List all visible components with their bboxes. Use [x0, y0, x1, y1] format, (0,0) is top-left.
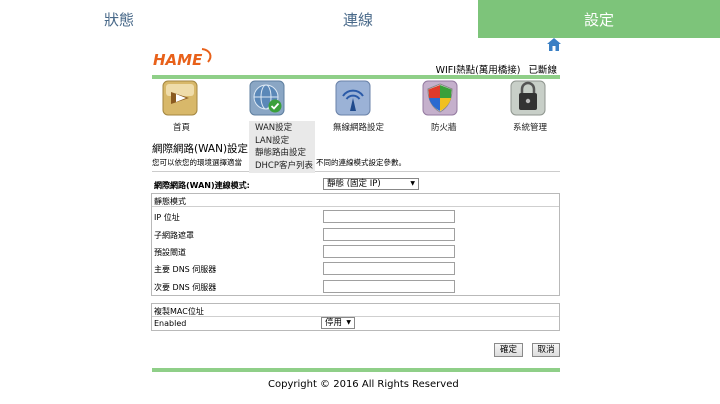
wan-mode-label: 網際網路(WAN)連線模式: — [154, 181, 250, 190]
tab-status[interactable]: 狀態 — [0, 0, 238, 38]
secondary-dns-input[interactable] — [323, 280, 455, 293]
page-title: 網際網路(WAN)設定 — [152, 143, 249, 155]
mac-clone-enabled-label: Enabled — [154, 319, 187, 328]
wireless-icon[interactable] — [335, 80, 371, 116]
wan-mode-select[interactable]: 靜態 (固定 IP) ▼ — [323, 178, 419, 190]
globe-icon[interactable] — [249, 80, 285, 116]
nav-firewall-label[interactable]: 防火牆 — [431, 121, 457, 133]
wan-mode-value: 靜態 (固定 IP) — [327, 179, 381, 189]
nav-system-admin-label[interactable]: 系統管理 — [513, 121, 547, 133]
page-description: 您可以依您的環境選擇適當 — [152, 158, 242, 167]
mac-clone-panel — [151, 303, 560, 331]
subnet-mask-label: 子網路遮罩 — [154, 231, 194, 240]
top-nav: 狀態 連線 設定 — [0, 0, 720, 38]
title-divider — [152, 171, 560, 172]
firewall-shield-icon[interactable] — [422, 80, 458, 116]
header-divider — [152, 75, 560, 79]
page-description-cont: 不同的連線模式設定參數。 — [316, 158, 406, 167]
default-gateway-input[interactable] — [323, 245, 455, 258]
brand-logo: HAME — [153, 48, 212, 69]
system-admin-icon[interactable] — [510, 80, 546, 116]
default-gateway-label: 預設閘道 — [154, 248, 186, 257]
subnet-mask-input[interactable] — [323, 228, 455, 241]
submenu-dhcp-clients[interactable]: DHCP客户列表 — [255, 160, 315, 173]
svg-text:HAME: HAME — [153, 51, 203, 69]
submenu-lan-settings[interactable]: LAN設定 — [255, 135, 315, 148]
ip-address-input[interactable] — [323, 210, 455, 223]
mac-clone-value: 停用 — [325, 318, 343, 328]
primary-dns-input[interactable] — [323, 262, 455, 275]
connection-status: WIFI熱點(萬用橋接) 已斷線 — [436, 62, 557, 76]
home-icon[interactable] — [547, 38, 561, 51]
chevron-down-icon: ▼ — [346, 319, 351, 326]
primary-dns-label: 主要 DNS 伺服器 — [154, 265, 217, 274]
mac-clone-select[interactable]: 停用 ▼ — [321, 317, 355, 329]
submenu-static-route[interactable]: 靜態路由設定 — [255, 147, 315, 160]
static-mode-header — [152, 194, 559, 207]
home-page-icon[interactable] — [162, 80, 198, 116]
nav-home-label[interactable]: 首頁 — [173, 121, 190, 133]
mac-clone-header — [152, 304, 559, 317]
static-mode-heading: 靜態模式 — [154, 197, 186, 206]
tab-connection[interactable]: 連線 — [238, 0, 478, 38]
mac-clone-heading: 複製MAC位址 — [154, 307, 204, 316]
nav-wireless-label[interactable]: 無線網路設定 — [333, 121, 384, 133]
submenu-wan-settings[interactable]: WAN設定 — [255, 122, 315, 135]
tab-settings[interactable]: 設定 — [478, 0, 720, 38]
internet-submenu: WAN設定 LAN設定 靜態路由設定 DHCP客户列表 — [249, 121, 315, 173]
chevron-down-icon: ▼ — [410, 180, 415, 187]
secondary-dns-label: 次要 DNS 伺服器 — [154, 283, 217, 292]
apply-button[interactable]: 確定 — [494, 343, 523, 357]
ip-address-label: IP 位址 — [154, 213, 180, 222]
footer-divider — [152, 368, 560, 372]
copyright-text: Copyright © 2016 All Rights Reserved — [268, 379, 459, 390]
cancel-button[interactable]: 取消 — [532, 343, 560, 357]
